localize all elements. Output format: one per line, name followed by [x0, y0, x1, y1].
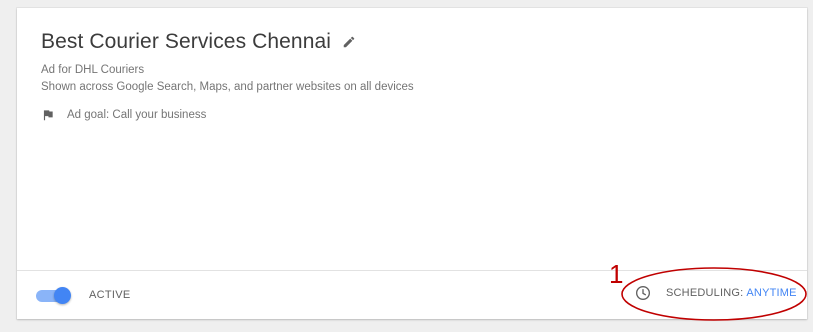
pencil-icon[interactable] — [342, 35, 356, 49]
campaign-card: Best Courier Services Chennai Ad for DHL… — [17, 8, 807, 319]
ad-goal-row: Ad goal: Call your business — [41, 108, 206, 122]
shown-across-text: Shown across Google Search, Maps, and pa… — [41, 81, 414, 93]
page: Best Courier Services Chennai Ad for DHL… — [0, 0, 813, 332]
toggle-knob — [54, 287, 71, 304]
campaign-title: Best Courier Services Chennai — [41, 30, 332, 53]
annotation-number: 1 — [609, 259, 624, 289]
campaign-card-body: Best Courier Services Chennai Ad for DHL… — [17, 8, 807, 270]
flag-icon — [41, 108, 55, 122]
ad-for-text: Ad for DHL Couriers — [41, 64, 145, 76]
campaign-card-footer: ACTIVE SCHEDULING: ANYTIME — [17, 270, 807, 319]
status-label: ACTIVE — [89, 289, 131, 301]
clock-icon — [635, 285, 651, 301]
scheduling-value-link[interactable]: ANYTIME — [746, 287, 796, 299]
active-toggle[interactable] — [36, 286, 72, 306]
scheduling-label: SCHEDULING: — [666, 287, 744, 299]
ad-goal-text: Ad goal: Call your business — [67, 109, 207, 121]
title-row: Best Courier Services Chennai — [41, 30, 356, 54]
scheduling-button[interactable]: SCHEDULING: ANYTIME — [635, 285, 797, 301]
